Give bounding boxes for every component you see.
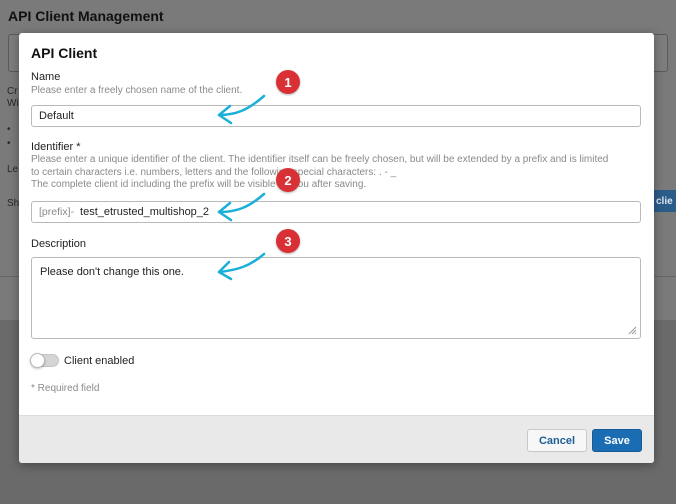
arrow-1-icon: [217, 94, 266, 117]
arrow-2-icon: [217, 192, 266, 214]
arrow-3-icon: [217, 252, 266, 274]
annotation-arrows: [217, 94, 266, 281]
